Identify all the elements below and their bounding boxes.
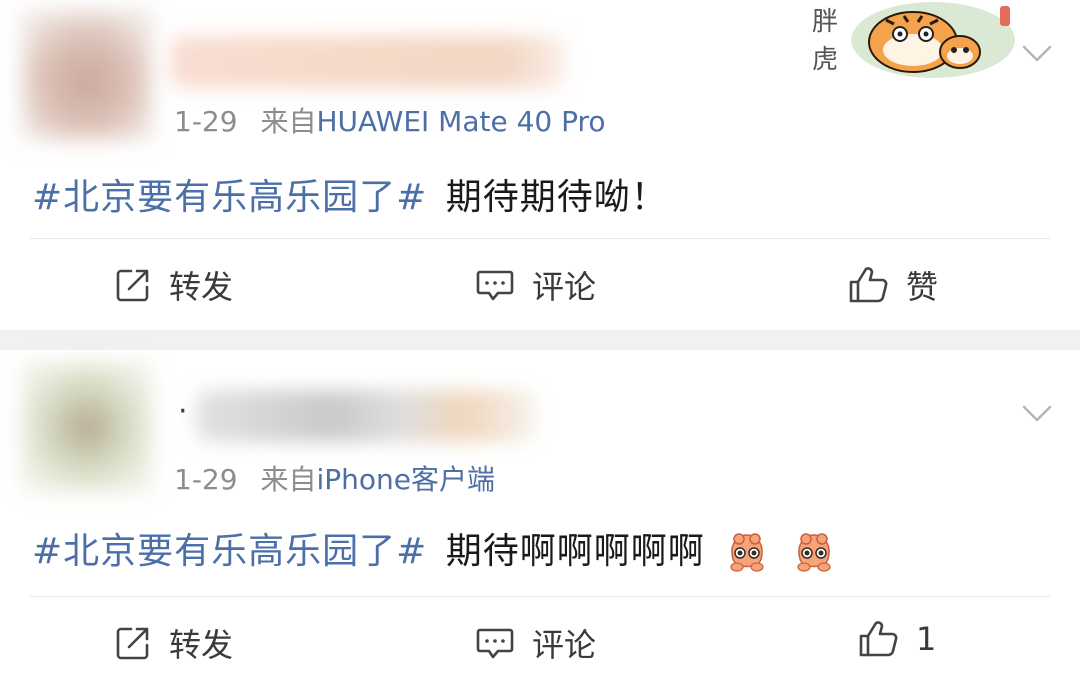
share-icon [116, 627, 149, 660]
avatar[interactable] [22, 10, 152, 140]
username-blurred[interactable] [170, 36, 565, 88]
thumbs-up-icon [849, 267, 888, 303]
post-content: #北京要有乐高乐园了# 期待期待呦！ [32, 168, 668, 220]
like-count: 1 [916, 620, 937, 658]
divider [30, 238, 1050, 239]
shy-bear-emoji-icon [730, 533, 764, 572]
share-icon [116, 269, 149, 302]
feed-post[interactable]: 1-29 来自HUAWEI Mate 40 Pro 胖 虎 #北京要有乐高乐园了… [0, 0, 1080, 330]
post-text: 期待期待呦！ [445, 177, 668, 218]
post-device[interactable]: iPhone客户端 [316, 463, 495, 496]
comment-label: 评论 [532, 268, 597, 306]
avatar[interactable] [22, 362, 152, 492]
repost-button[interactable]: 转发 [115, 620, 233, 666]
hashtag-link[interactable]: #北京要有乐高乐园了# [32, 177, 427, 218]
repost-label: 转发 [169, 268, 234, 306]
source-prefix: 来自 [260, 105, 317, 138]
source-prefix: 来自 [260, 463, 317, 496]
username-prefix: · [178, 394, 188, 429]
hashtag-link[interactable]: #北京要有乐高乐园了# [32, 531, 427, 572]
post-meta: 1-29 来自iPhone客户端 [174, 458, 495, 498]
repost-label: 转发 [169, 626, 234, 664]
repost-button[interactable]: 转发 [115, 262, 233, 308]
post-content: #北京要有乐高乐园了# 期待啊啊啊啊啊 [32, 522, 838, 577]
comment-label: 评论 [532, 626, 597, 664]
post-meta: 1-29 来自HUAWEI Mate 40 Pro [174, 100, 606, 140]
tiger-sticker-icon: 胖 虎 [812, 2, 1015, 78]
divider [30, 596, 1050, 597]
post-date: 1-29 [174, 105, 238, 138]
like-button[interactable]: 赞 [848, 262, 938, 308]
chevron-down-icon[interactable] [1022, 38, 1052, 68]
thumbs-up-icon [859, 621, 898, 657]
shy-bear-emoji-icon [797, 533, 831, 572]
comment-button[interactable]: 评论 [476, 262, 596, 308]
post-device[interactable]: HUAWEI Mate 40 Pro [316, 105, 605, 138]
feed-separator [0, 330, 1080, 350]
like-label: 赞 [906, 268, 939, 306]
sticker-text-bottom: 虎 [812, 45, 838, 75]
username-blurred[interactable] [195, 390, 535, 442]
feed-post[interactable]: · 1-29 来自iPhone客户端 #北京要有乐高乐园了# 期待啊啊啊啊啊 转… [0, 350, 1080, 682]
post-text: 期待啊啊啊啊啊 [445, 531, 705, 572]
sticker-text-top: 胖 [812, 7, 838, 37]
comment-icon [476, 270, 514, 301]
chevron-down-icon[interactable] [1022, 398, 1052, 428]
like-button[interactable]: 1 [858, 620, 936, 658]
comment-icon [476, 628, 514, 659]
comment-button[interactable]: 评论 [476, 620, 596, 666]
post-date: 1-29 [174, 463, 238, 496]
